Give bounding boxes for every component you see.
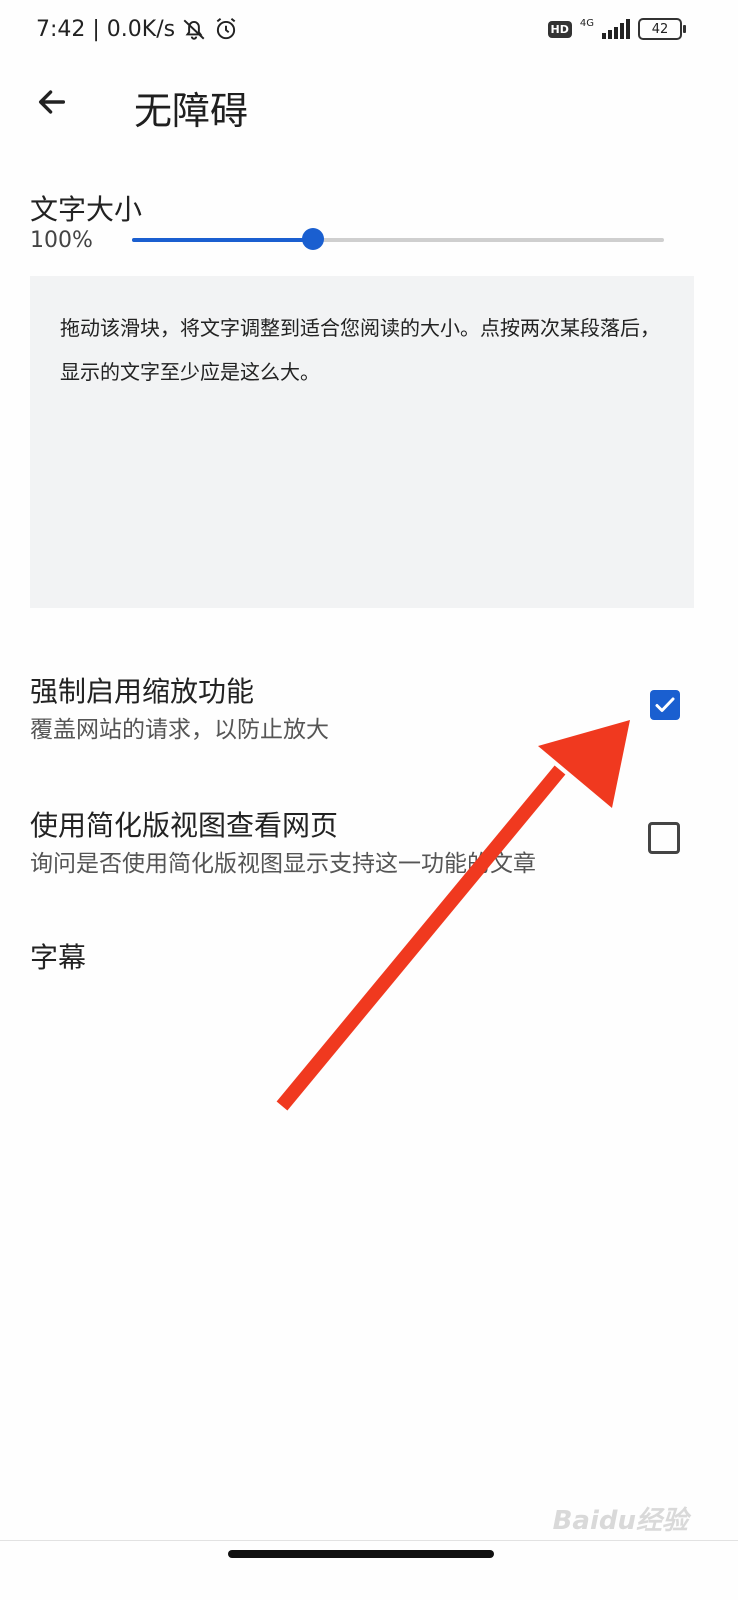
baidu-watermark-logo: Baidu经验: [552, 1506, 688, 1536]
battery-icon: 42: [638, 18, 686, 40]
signal-icon: [602, 19, 630, 39]
status-time-speed: 7:42 | 0.0K/s: [36, 16, 176, 42]
bottom-divider: [0, 1540, 738, 1541]
network-type: 4G: [579, 17, 594, 29]
status-bar-left: 7:42 | 0.0K/s: [36, 16, 239, 42]
slider-thumb[interactable]: [302, 228, 324, 250]
slider-fill: [132, 238, 313, 242]
force-zoom-checkbox[interactable]: [650, 690, 680, 720]
setting-title: 强制启用缩放功能: [30, 675, 255, 708]
setting-captions[interactable]: 字幕: [0, 930, 738, 990]
back-button[interactable]: [32, 82, 72, 122]
status-bar-right: HD 4G 42: [547, 17, 686, 40]
hd-badge: HD: [547, 20, 572, 38]
setting-subtitle: 覆盖网站的请求，以防止放大: [30, 717, 329, 743]
home-indicator[interactable]: [228, 1550, 494, 1558]
battery-level: 42: [651, 21, 669, 37]
setting-title: 字幕: [30, 941, 87, 974]
setting-simplified-view[interactable]: 使用简化版视图查看网页 询问是否使用简化版视图显示支持这一功能的文章: [0, 798, 738, 888]
setting-subtitle: 询问是否使用简化版视图显示支持这一功能的文章: [30, 851, 536, 877]
text-preview-box: 拖动该滑块，将文字调整到适合您阅读的大小。点按两次某段落后，显示的文字至少应是这…: [30, 276, 694, 608]
bell-off-icon: [183, 19, 205, 40]
text-size-label: 文字大小: [30, 193, 143, 226]
arrow-left-icon: [38, 90, 66, 114]
page-title: 无障碍: [134, 89, 249, 133]
setting-title: 使用简化版视图查看网页: [30, 809, 339, 842]
alarm-icon: [216, 17, 236, 40]
preview-text: 拖动该滑块，将文字调整到适合您阅读的大小。点按两次某段落后，显示的文字至少应是这…: [60, 316, 660, 384]
text-size-slider[interactable]: [132, 228, 664, 250]
checkmark-icon: [655, 697, 675, 712]
setting-force-zoom[interactable]: 强制启用缩放功能 覆盖网站的请求，以防止放大: [0, 664, 738, 754]
simplified-view-checkbox[interactable]: [648, 822, 680, 854]
text-size-percent: 100%: [30, 228, 93, 253]
